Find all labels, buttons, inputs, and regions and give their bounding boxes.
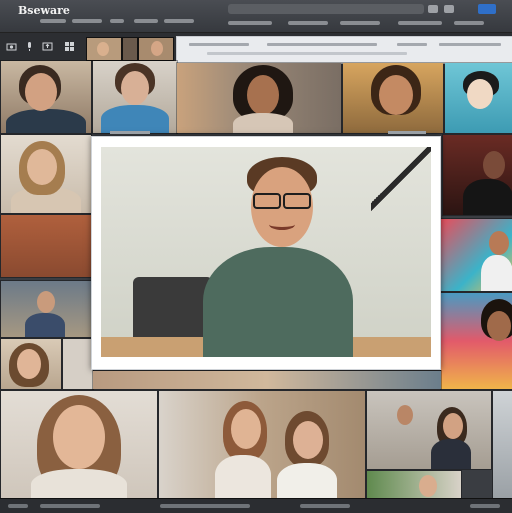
status-item <box>160 504 250 508</box>
share-icon[interactable] <box>42 41 53 52</box>
participant-tile[interactable] <box>0 134 92 214</box>
participant-face <box>97 42 109 56</box>
participant-tile[interactable] <box>176 62 342 134</box>
status-item <box>8 504 28 508</box>
participant-thumbnail[interactable] <box>138 37 174 61</box>
participant-body <box>233 113 293 133</box>
subtoolbar-item[interactable] <box>340 21 380 25</box>
participant-body <box>6 109 86 133</box>
participant-face <box>231 409 261 449</box>
menu-bar <box>40 17 200 27</box>
participant-face <box>17 349 41 379</box>
participant-tile[interactable] <box>0 338 62 390</box>
subtoolbar-item[interactable] <box>398 21 442 25</box>
tile-background <box>63 339 93 389</box>
participant-body <box>463 179 512 215</box>
participant-body <box>101 105 169 133</box>
participant-body <box>481 255 512 291</box>
app-title: Bseware <box>18 4 70 17</box>
participant-face <box>53 405 105 469</box>
title-bar: Bseware <box>0 0 512 33</box>
participant-face <box>487 311 511 341</box>
participant-face <box>27 149 57 185</box>
participant-face <box>151 41 163 56</box>
wall-shelf <box>371 147 431 227</box>
glasses <box>253 193 311 209</box>
participant-body <box>431 439 471 469</box>
participant-tile[interactable] <box>92 60 178 134</box>
participant-tile[interactable] <box>0 390 158 500</box>
status-item <box>40 504 100 508</box>
participant-tile[interactable] <box>444 62 512 134</box>
menu-item[interactable] <box>40 19 66 23</box>
participant-tile[interactable] <box>0 214 92 278</box>
menu-item[interactable] <box>134 19 158 23</box>
menu-item[interactable] <box>72 19 102 23</box>
tile-background <box>1 215 91 277</box>
address-text <box>267 43 377 46</box>
address-text <box>397 43 427 46</box>
participant-face <box>467 79 493 109</box>
active-speaker-window[interactable] <box>91 131 441 370</box>
search-input[interactable] <box>228 4 424 14</box>
participant-face <box>293 421 323 459</box>
join-button[interactable] <box>478 4 496 14</box>
grid-icon[interactable] <box>64 41 75 52</box>
participant-tile[interactable] <box>342 62 444 134</box>
participant-tile[interactable] <box>158 390 366 500</box>
participant-tile[interactable] <box>440 292 512 390</box>
address-bar[interactable] <box>176 36 512 64</box>
participant-face <box>397 405 413 425</box>
status-bar <box>0 498 512 513</box>
participant-thumbnail[interactable] <box>122 37 138 61</box>
settings-icon[interactable] <box>428 5 438 13</box>
participant-tile[interactable] <box>366 390 492 470</box>
active-speaker-video <box>101 147 431 357</box>
participant-face <box>489 231 509 255</box>
participant-face <box>419 475 437 497</box>
tile-background <box>367 471 461 499</box>
participant-tile[interactable] <box>440 218 512 292</box>
participant-face <box>25 73 57 111</box>
participant-tile[interactable] <box>366 470 462 500</box>
participant-face <box>121 71 149 105</box>
address-text <box>207 52 407 55</box>
status-item <box>470 504 500 508</box>
subtoolbar-item[interactable] <box>454 21 484 25</box>
more-icon[interactable] <box>444 5 454 13</box>
menu-item[interactable] <box>110 19 124 23</box>
address-text <box>439 43 501 46</box>
window-controls[interactable] <box>388 131 426 134</box>
speaker-body <box>203 247 353 357</box>
menu-item[interactable] <box>164 19 194 23</box>
participant-tile[interactable] <box>0 280 94 338</box>
tile-background <box>367 391 491 469</box>
mic-icon[interactable] <box>24 41 35 52</box>
address-text <box>189 43 249 46</box>
tile-background <box>93 371 441 389</box>
participant-thumbnail[interactable] <box>86 37 122 61</box>
participant-body <box>31 469 127 499</box>
participant-face <box>247 75 279 115</box>
participant-tile[interactable] <box>92 370 442 390</box>
tile-background <box>493 391 512 499</box>
participant-body <box>25 313 65 337</box>
smile <box>269 219 295 230</box>
window-caption <box>110 131 150 134</box>
status-item <box>300 504 350 508</box>
subtoolbar <box>228 18 488 28</box>
participant-face <box>379 75 413 115</box>
camera-icon[interactable] <box>6 41 17 52</box>
participant-face <box>483 151 505 179</box>
participant-tile[interactable] <box>0 60 92 134</box>
participant-tile[interactable] <box>62 338 94 390</box>
subtoolbar-item[interactable] <box>228 21 272 25</box>
participant-face <box>443 413 463 439</box>
subtoolbar-item[interactable] <box>288 21 328 25</box>
participant-tile[interactable] <box>492 390 512 500</box>
participant-body <box>215 455 271 499</box>
participant-body <box>277 463 337 499</box>
participant-tile[interactable] <box>442 134 512 216</box>
participant-face <box>37 291 55 313</box>
